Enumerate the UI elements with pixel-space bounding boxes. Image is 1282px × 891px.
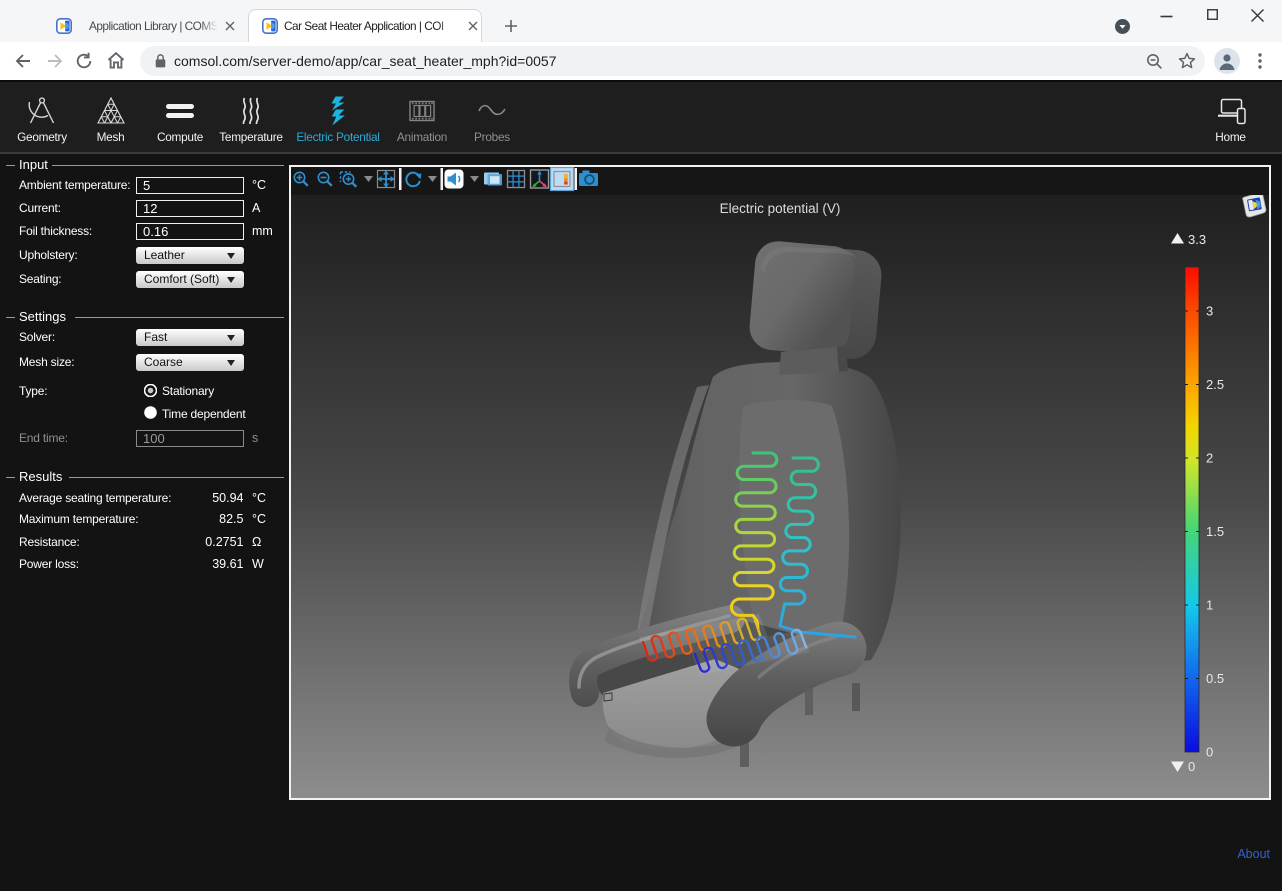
svg-text:2: 2 [1206,451,1213,466]
svg-text:3.3: 3.3 [1188,232,1206,247]
svg-text:0.5: 0.5 [1206,671,1224,686]
svg-text:1.5: 1.5 [1206,524,1224,539]
svg-text:0: 0 [1188,759,1195,774]
svg-text:0: 0 [1206,745,1213,760]
svg-text:Electric potential (V): Electric potential (V) [720,201,841,216]
svg-text:1: 1 [1206,598,1213,613]
svg-text:2.5: 2.5 [1206,377,1224,392]
svg-text:3: 3 [1206,304,1213,319]
